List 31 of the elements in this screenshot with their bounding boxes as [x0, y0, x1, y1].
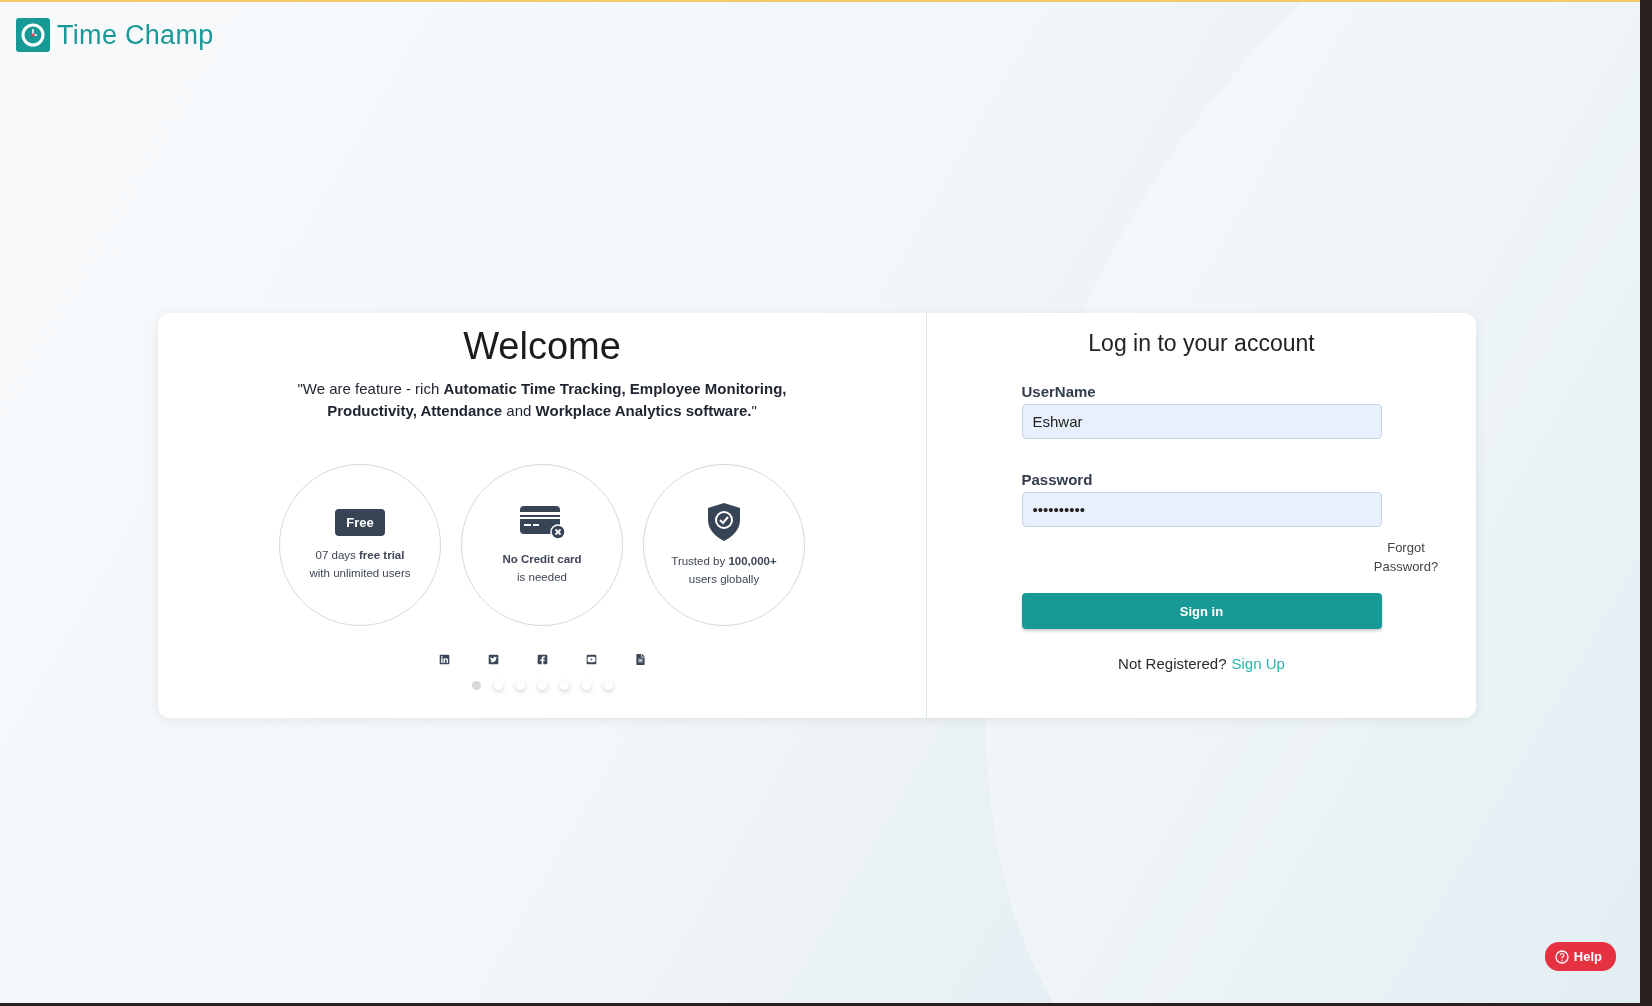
facebook-icon[interactable]	[536, 654, 548, 665]
free-badge: Free	[335, 508, 385, 536]
shield-check-icon	[706, 502, 742, 542]
twitter-icon[interactable]	[487, 654, 499, 665]
carousel-dot[interactable]	[581, 681, 591, 690]
linkedin-icon[interactable]	[438, 654, 450, 665]
login-title: Log in to your account	[1088, 330, 1315, 357]
feature-text: 07 days free trial with unlimited users	[309, 547, 411, 581]
document-icon[interactable]	[634, 654, 646, 665]
password-label: Password	[1021, 471, 1094, 488]
brand-name: Time Champ	[57, 19, 214, 51]
carousel-dot[interactable]	[559, 681, 569, 690]
carousel-dot[interactable]	[471, 681, 481, 690]
help-button[interactable]: Help	[1544, 942, 1616, 971]
credit-card-icon	[518, 504, 566, 540]
youtube-icon[interactable]	[585, 654, 597, 665]
carousel-dot[interactable]	[515, 681, 525, 690]
feature-text: Trusted by 100,000+ users globally	[671, 554, 777, 587]
clock-logo-icon	[16, 18, 50, 52]
question-icon	[1554, 949, 1569, 964]
register-prompt: Not Registered?	[1118, 655, 1227, 672]
password-field[interactable]: ••••••••••	[1021, 492, 1382, 527]
username-field[interactable]: Eshwar	[1021, 404, 1382, 439]
carousel-dot[interactable]	[493, 681, 503, 690]
carousel-dot[interactable]	[603, 681, 613, 690]
username-label: UserName	[1021, 383, 1097, 400]
feature-text: No Credit card is needed	[502, 552, 582, 585]
forgot-password-link[interactable]: Forgot Password?	[1366, 538, 1446, 576]
feature-quote: "We are feature - rich Automatic Time Tracking, Employee Monitoring, Productivity, Attendance and Workplace Analytics software."	[296, 379, 788, 421]
welcome-title: Welcome	[463, 325, 621, 368]
carousel-dot[interactable]	[537, 681, 547, 690]
